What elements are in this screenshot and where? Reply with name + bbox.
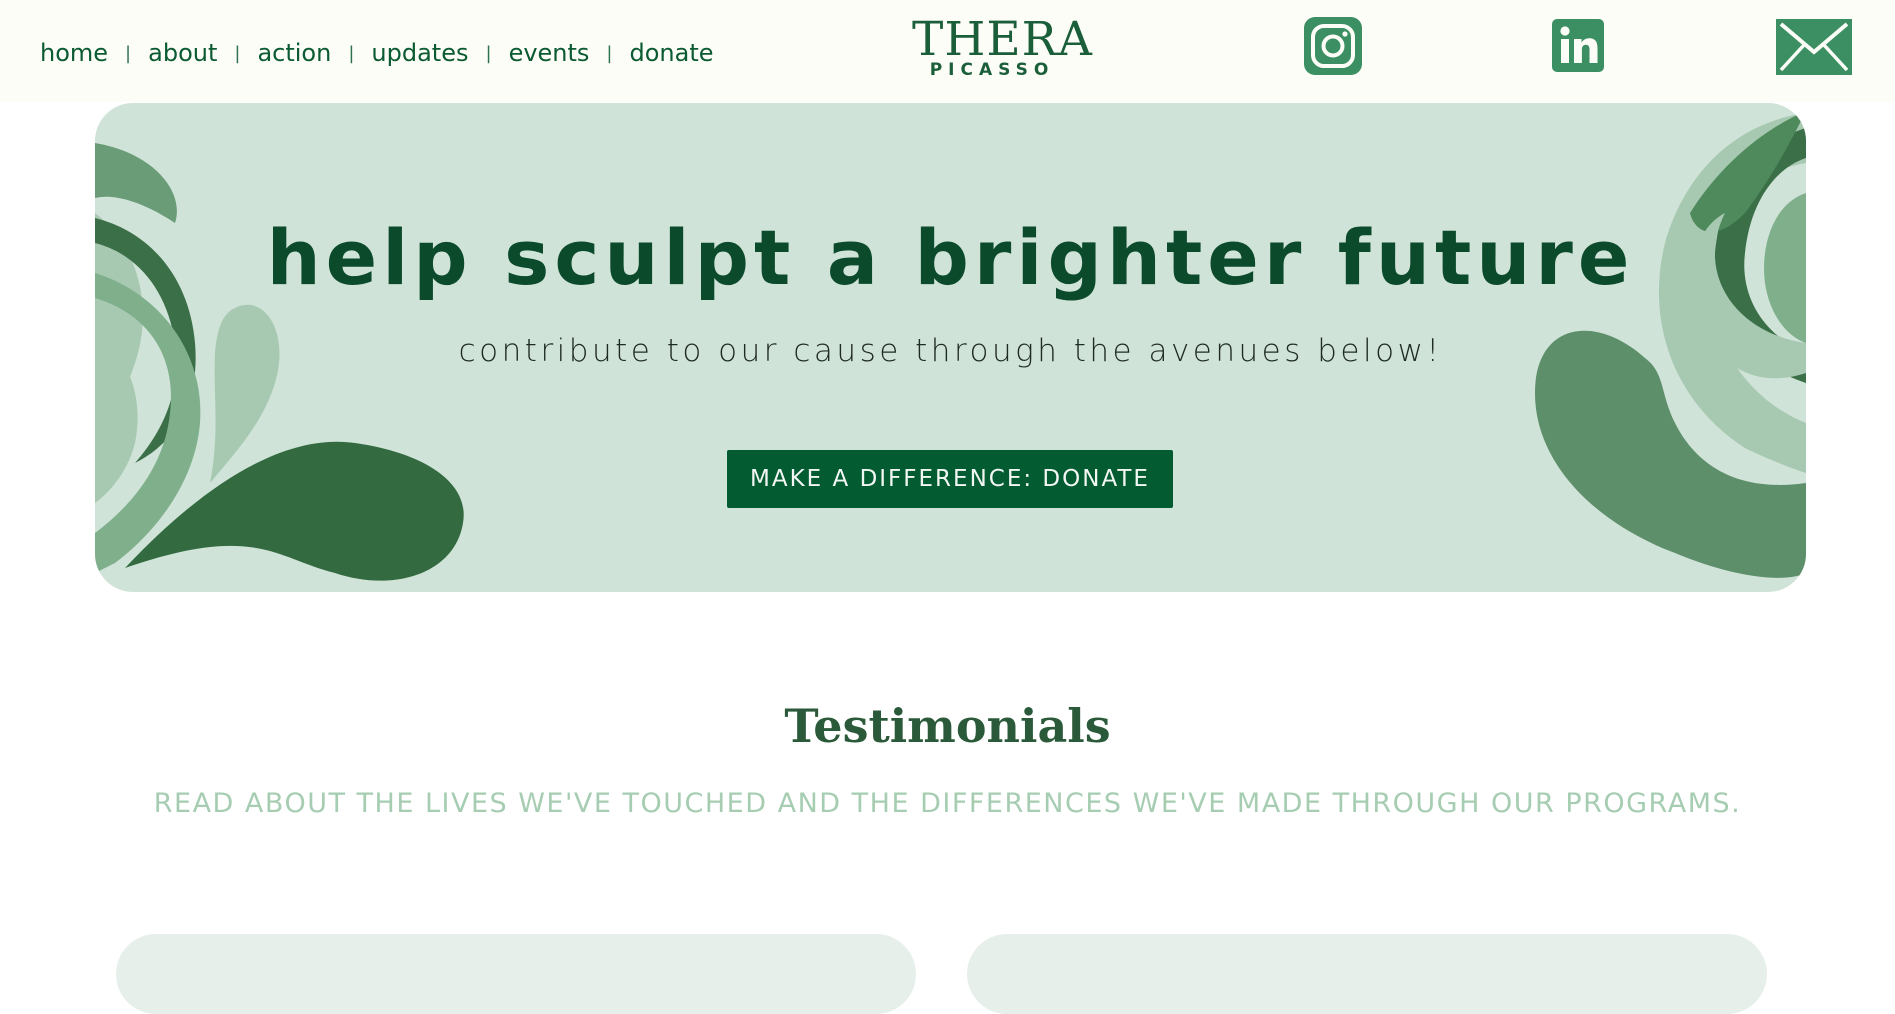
nav-updates[interactable]: updates	[371, 39, 468, 67]
hero-banner: help sculpt a brighter future contribute…	[95, 103, 1806, 592]
testimonial-card	[116, 934, 916, 1014]
main-nav: home | about | action | updates | events…	[40, 36, 714, 70]
hero-subtitle: contribute to our cause through the aven…	[458, 333, 1443, 369]
nav-about[interactable]: about	[148, 39, 217, 67]
nav-separator: |	[606, 42, 613, 64]
linkedin-icon	[1552, 19, 1604, 72]
nav-separator: |	[125, 42, 132, 64]
instagram-link[interactable]	[1304, 17, 1362, 79]
donate-cta-button[interactable]: MAKE A DIFFERENCE: DONATE	[727, 450, 1173, 508]
site-header: home | about | action | updates | events…	[0, 0, 1895, 102]
nav-donate[interactable]: donate	[630, 39, 714, 67]
mail-icon	[1776, 19, 1852, 75]
instagram-icon	[1304, 17, 1362, 75]
testimonials-subtitle: READ ABOUT THE LIVES WE'VE TOUCHED AND T…	[153, 788, 1742, 819]
nav-events[interactable]: events	[509, 39, 590, 67]
nav-separator: |	[485, 42, 492, 64]
linkedin-link[interactable]	[1552, 19, 1604, 76]
nav-home[interactable]: home	[40, 39, 108, 67]
hero-title: help sculpt a brighter future	[266, 213, 1635, 302]
nav-action[interactable]: action	[257, 39, 331, 67]
logo-wordmark-bottom: PICASSO	[929, 60, 1055, 80]
mail-link[interactable]	[1776, 19, 1852, 79]
brand-logo[interactable]: THERA PICASSO	[912, 12, 1092, 80]
nav-separator: |	[234, 42, 241, 64]
testimonial-card	[967, 934, 1767, 1014]
nav-separator: |	[348, 42, 355, 64]
testimonials-title: Testimonials	[784, 699, 1111, 753]
